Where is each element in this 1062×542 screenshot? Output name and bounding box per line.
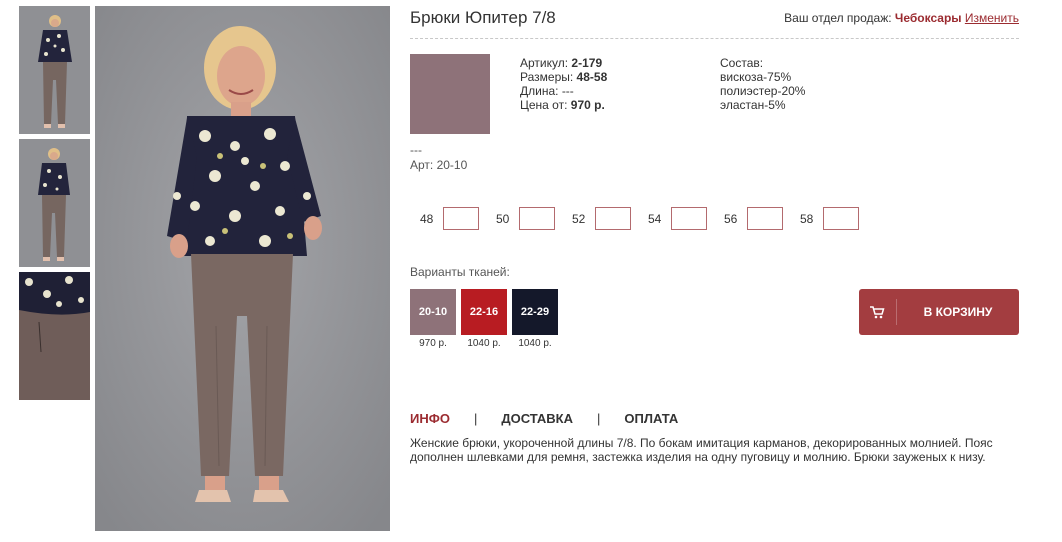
- tab-separator: |: [473, 411, 478, 426]
- thumbnail-front[interactable]: [19, 6, 90, 134]
- product-description: Женские брюки, укороченной длины 7/8. По…: [410, 436, 993, 464]
- variant-dashes: ---: [410, 143, 422, 157]
- fabric-swatch[interactable]: 20-10: [410, 289, 456, 335]
- size-58-quantity-input[interactable]: [823, 207, 859, 230]
- thumbnail-side[interactable]: [19, 139, 90, 267]
- fabric-variants-label: Варианты тканей:: [410, 265, 510, 279]
- thumbnail-detail[interactable]: [19, 272, 90, 400]
- add-to-cart-label: В КОРЗИНУ: [923, 305, 993, 319]
- size-quantity-row: 48 50 52 54 56 58: [420, 207, 876, 230]
- composition-label: Состав:: [720, 56, 764, 70]
- fabric-price: 970 р.: [419, 338, 447, 349]
- fabric-variant-22-16[interactable]: 22-16 1040 р.: [461, 289, 507, 349]
- spec-price: Цена от: 970 р.: [520, 98, 605, 112]
- product-title: Брюки Юпитер 7/8: [410, 8, 556, 27]
- composition-item: полиэстер-20%: [720, 84, 806, 98]
- spec-length: Длина: ---: [520, 84, 574, 98]
- fabric-variants: 20-10 970 р. 22-16 1040 р. 22-29 1040 р.: [410, 289, 563, 349]
- size-label: 48: [420, 211, 434, 226]
- tab-delivery[interactable]: ДОСТАВКА: [501, 411, 573, 426]
- fabric-variant-22-29[interactable]: 22-29 1040 р.: [512, 289, 558, 349]
- sales-department-city: Чебоксары: [894, 11, 962, 25]
- add-to-cart-button[interactable]: В КОРЗИНУ: [859, 289, 1019, 335]
- size-label: 56: [724, 211, 738, 226]
- sales-department-label: Ваш отдел продаж:: [784, 11, 892, 25]
- spec-article: Артикул: 2-179: [520, 56, 603, 70]
- size-label: 50: [496, 211, 510, 226]
- product-main-photo: [95, 6, 390, 531]
- tab-info[interactable]: ИНФО: [410, 411, 450, 426]
- size-label: 58: [800, 211, 814, 226]
- fabric-swatch[interactable]: 22-29: [512, 289, 558, 335]
- size-label: 52: [572, 211, 586, 226]
- fabric-variant-20-10[interactable]: 20-10 970 р.: [410, 289, 456, 349]
- size-label: 54: [648, 211, 662, 226]
- product-color-swatch: [410, 54, 490, 134]
- size-54-quantity-input[interactable]: [671, 207, 707, 230]
- size-50-quantity-input[interactable]: [519, 207, 555, 230]
- tab-payment[interactable]: ОПЛАТА: [624, 411, 678, 426]
- fabric-price: 1040 р.: [518, 338, 552, 349]
- change-department-link[interactable]: Изменить: [965, 11, 1019, 25]
- tab-separator: |: [597, 411, 601, 426]
- header-divider: [410, 38, 1019, 39]
- variant-article: Арт: 20-10: [410, 158, 468, 172]
- composition-item: вискоза-75%: [720, 70, 792, 84]
- size-52-quantity-input[interactable]: [595, 207, 631, 230]
- fabric-price: 1040 р.: [467, 338, 501, 349]
- fabric-swatch[interactable]: 22-16: [461, 289, 507, 335]
- product-specs: Артикул: 2-179 Размеры: 48-58 Длина: ---…: [520, 56, 607, 112]
- info-tabs: ИНФО | ДОСТАВКА | ОПЛАТА: [410, 411, 678, 426]
- product-composition: Состав: вискоза-75% полиэстер-20% эласта…: [720, 56, 805, 112]
- cart-icon: [869, 304, 885, 320]
- composition-item: эластан-5%: [720, 98, 786, 112]
- sales-department: Ваш отдел продаж: Чебоксары Изменить: [784, 11, 1019, 25]
- size-56-quantity-input[interactable]: [747, 207, 783, 230]
- spec-sizes: Размеры: 48-58: [520, 70, 608, 84]
- size-48-quantity-input[interactable]: [443, 207, 479, 230]
